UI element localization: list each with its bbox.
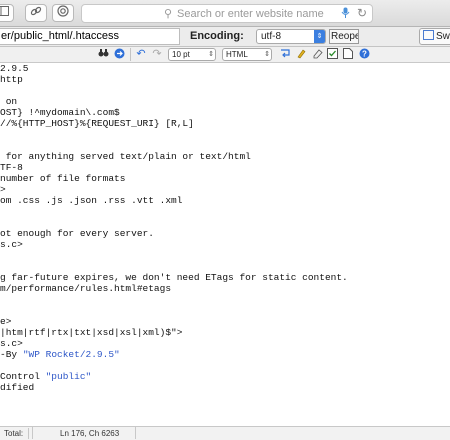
code-text: ot enough for every server. [0,228,154,239]
file-path-field[interactable]: er/public_html/.htaccess [0,28,180,45]
address-placeholder: Search or enter website name [177,8,324,20]
code-text: number of file formats [0,173,126,184]
code-text: http [0,74,23,85]
code-editor[interactable]: 2.9.5 http on OST} !^mydomain\.com$//%{HTT… [0,63,450,426]
goto-icon[interactable] [113,48,125,61]
chevron-updown-icon: ⇕ [264,51,270,58]
code-text: on [0,96,18,107]
code-line: OST} !^mydomain\.com$ [0,107,120,118]
code-string: "public" [45,371,92,382]
code-text: s.c> [0,239,23,250]
code-line: m/performance/rules.html#etags [0,283,171,294]
microphone-icon[interactable] [341,7,350,21]
redo-icon[interactable]: ↷ [151,48,163,61]
editor-toolbar: ↶ ↷ 10 pt ⇕ HTML ⇕ ? [0,47,450,63]
link-icon[interactable] [25,4,47,22]
code-text: Control [0,371,46,382]
code-line: e> [0,316,11,327]
encoding-select[interactable]: utf-8 ⇕ [256,29,326,44]
chevron-updown-icon: ⇕ [314,30,325,43]
address-bar[interactable]: ⚲ Search or enter website name ↻ [81,4,373,23]
font-size-value: 10 pt [172,50,190,59]
switch-button[interactable]: Swit [419,28,450,45]
code-line: 2.9.5 [0,63,29,74]
encoding-label: Encoding: [190,30,244,42]
status-divider [28,428,29,439]
code-text: OST} !^mydomain\.com$ [0,107,120,118]
code-text: //%{HTTP_HOST}%{REQUEST_URI} [R,L] [0,118,194,129]
code-line: //%{HTTP_HOST}%{REQUEST_URI} [R,L] [0,118,194,129]
cursor-position: Ln 176, Ch 6263 [60,429,120,438]
svg-text:?: ? [362,50,367,59]
switch-label: Swit [436,31,450,42]
code-text: TF-8 [0,162,23,173]
eraser-icon[interactable] [311,48,323,61]
code-line: g far-future expires, we don't need ETag… [0,272,348,283]
syntax-value: HTML [226,50,248,59]
code-text: 2.9.5 [0,63,29,74]
code-text: e> [0,316,12,327]
code-line: on [0,96,17,107]
code-text: om .css .js .json .rss .vtt .xml [0,195,183,206]
code-text: g far-future expires, we don't need ETag… [0,272,348,283]
status-total-label: Total: [4,429,24,438]
undo-icon[interactable]: ↶ [135,48,147,61]
code-line: ot enough for every server. [0,228,154,239]
history-icon[interactable] [52,4,74,22]
syntax-select[interactable]: HTML ⇕ [222,48,272,61]
font-size-select[interactable]: 10 pt ⇕ [168,48,216,61]
code-string: "WP Rocket/2.9.5" [22,349,120,360]
code-text: > [0,184,6,195]
document-icon[interactable] [342,48,354,61]
status-bar: Total: Ln 176, Ch 6263 [0,426,450,440]
code-line: number of file formats [0,173,125,184]
checklist-icon[interactable] [326,48,338,61]
code-line: http [0,74,23,85]
code-text: |htm|rtf|rtx|txt|xsd|xsl|xml)$"> [0,327,183,338]
wrap-icon[interactable] [279,48,291,61]
code-text: dified [0,382,35,393]
toolbar-divider [130,48,131,61]
code-text: m/performance/rules.html#etags [0,283,172,294]
sidebar-icon[interactable] [0,4,14,22]
code-line: s.c> [0,239,23,250]
chevron-updown-icon: ⇕ [208,51,214,58]
code-line: dified [0,382,34,393]
code-line: |htm|rtf|rtx|txt|xsd|xsl|xml)$"> [0,327,182,338]
encoding-value: utf-8 [261,31,282,42]
help-icon[interactable]: ? [358,48,370,61]
reload-icon[interactable]: ↻ [357,6,367,20]
code-line: -By "WP Rocket/2.9.5" [0,349,120,360]
code-line: Control "public" [0,371,91,382]
code-line: TF-8 [0,162,23,173]
code-text: s.c> [0,338,23,349]
file-bar: er/public_html/.htaccess Encoding: utf-8… [0,27,450,47]
reopen-button[interactable]: Reopen [329,29,359,44]
switch-icon [423,30,434,40]
code-line: s.c> [0,338,23,349]
code-text: -By [0,349,23,360]
code-line: for anything served text/plain or text/h… [0,151,251,162]
code-line: om .css .js .json .rss .vtt .xml [0,195,182,206]
binoculars-icon[interactable] [97,48,109,61]
magnifier-icon: ⚲ [164,8,173,20]
code-text: for anything served text/plain or text/h… [0,151,251,162]
code-line: > [0,184,6,195]
highlight-icon[interactable] [295,48,307,61]
browser-toolbar: ⚲ Search or enter website name ↻ [0,0,450,27]
